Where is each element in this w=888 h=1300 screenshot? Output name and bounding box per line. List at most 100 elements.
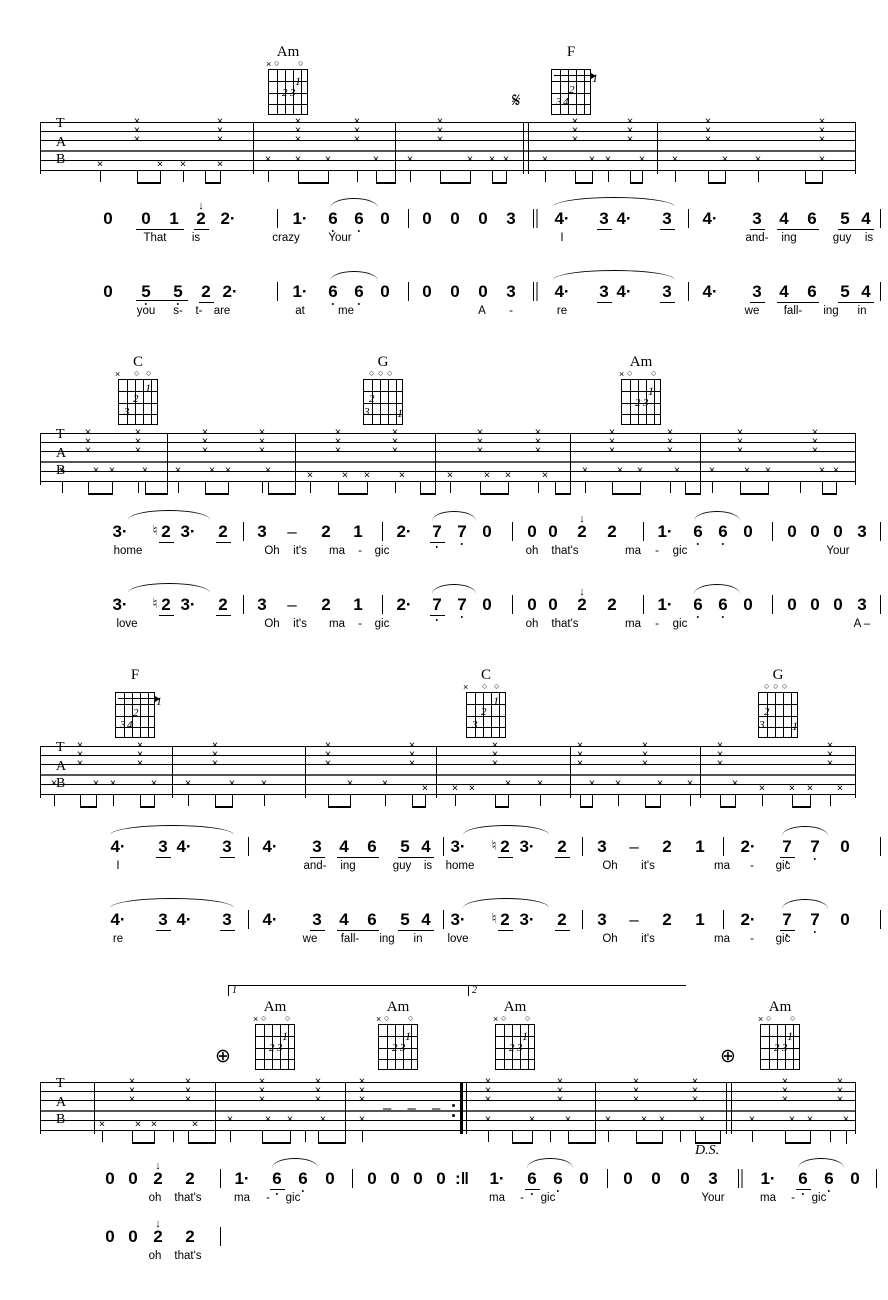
segno-icon: 𝄋 bbox=[512, 88, 521, 112]
rest-dashes: – – – bbox=[383, 1100, 447, 1117]
note: 3· bbox=[112, 595, 128, 614]
notation-voice-b: 4· 3 4· 3 4· 3 4 6 5 4 3· ♮ 2 3· 2 3 – 2… bbox=[0, 898, 888, 955]
lyric: at bbox=[295, 305, 305, 317]
lyric: - bbox=[520, 1192, 524, 1204]
note: 0 bbox=[680, 1169, 690, 1188]
chord-fretboard: 23 1 bbox=[378, 1024, 418, 1070]
lyric: me bbox=[338, 305, 354, 317]
lyric: in bbox=[857, 305, 867, 317]
note: 3· bbox=[450, 837, 466, 856]
tab-staff: T A B × × × × × × × × × × × × × × × × × × × × × … bbox=[40, 427, 857, 496]
chord-diagram-am: Am × ○ ○ 23 1 bbox=[375, 1000, 421, 1070]
note: 0 bbox=[850, 1169, 860, 1188]
notation-voice-a: 0 0 1 ↓ 2 2· 1· 6 6 0 0 0 0 3 4· 3 4· 3 … bbox=[0, 197, 888, 254]
note: 4· bbox=[616, 282, 632, 301]
note: 6 bbox=[354, 209, 364, 228]
note: 1 bbox=[169, 209, 179, 228]
lyric: ma bbox=[714, 933, 730, 945]
note: 3 bbox=[222, 837, 232, 856]
note: 4· bbox=[616, 209, 632, 228]
lyric: t- bbox=[195, 305, 203, 317]
note: 6 bbox=[807, 282, 817, 301]
note: 6 bbox=[807, 209, 817, 228]
note: 3 bbox=[708, 1169, 718, 1188]
note: 2 bbox=[607, 595, 617, 614]
natural-accidental-icon: ♮ bbox=[491, 839, 497, 854]
lyric: re bbox=[556, 305, 568, 317]
chord-fretboard: 23 1 bbox=[118, 379, 158, 425]
lyric: ma bbox=[714, 860, 730, 872]
note: 3 bbox=[599, 282, 609, 301]
staff-label-t: T bbox=[56, 116, 65, 131]
note: 1 bbox=[353, 595, 363, 614]
note: 3· bbox=[112, 522, 128, 541]
note: 0 bbox=[325, 1169, 335, 1188]
chord-name: F bbox=[130, 667, 140, 683]
lyric: that's bbox=[174, 1250, 202, 1262]
note: 3· bbox=[450, 910, 466, 929]
note: 3 bbox=[222, 910, 232, 929]
chord-diagram-am: Am × ○ ○ 23 1 bbox=[265, 45, 311, 115]
note: 4· bbox=[554, 282, 570, 301]
lyric: home bbox=[113, 545, 143, 557]
lyric: - bbox=[655, 618, 659, 630]
lyric: gic bbox=[540, 1192, 556, 1204]
note: 2 bbox=[662, 837, 672, 856]
note: 3· bbox=[180, 595, 196, 614]
staff-label-t: T bbox=[56, 740, 65, 755]
note: 6 bbox=[798, 1169, 808, 1188]
note: 0 bbox=[579, 1169, 589, 1188]
note: 0 bbox=[128, 1169, 138, 1188]
note: 3 bbox=[857, 595, 867, 614]
note: 0 bbox=[548, 522, 558, 541]
chord-open-markers: × ○ ○ bbox=[253, 1013, 291, 1024]
note: 0 bbox=[810, 522, 820, 541]
repeat-dot bbox=[452, 1104, 456, 1108]
note: 3 bbox=[257, 522, 267, 541]
lyric: it's bbox=[293, 618, 307, 630]
note: 2 bbox=[161, 522, 171, 541]
note: 0 bbox=[103, 282, 113, 301]
coda-icon: ⊕ bbox=[720, 1045, 736, 1067]
note: 0 bbox=[367, 1169, 377, 1188]
lyric: is bbox=[191, 232, 201, 244]
note: 0 bbox=[380, 209, 390, 228]
note: 4 bbox=[421, 837, 431, 856]
chord-open-markers bbox=[112, 683, 158, 692]
lyric: is bbox=[423, 860, 433, 872]
chord-diagram-am: Am × ○ ○ 23 1 bbox=[492, 1000, 538, 1070]
staff-label-b: B bbox=[56, 152, 66, 167]
note: 0 bbox=[623, 1169, 633, 1188]
chord-open-markers: × ○ ○ bbox=[463, 681, 500, 692]
note: 6 bbox=[718, 522, 728, 541]
note: 0 bbox=[128, 1227, 138, 1246]
note: 2 bbox=[557, 910, 567, 929]
note: 0 bbox=[141, 209, 151, 228]
lyric: gic bbox=[811, 1192, 827, 1204]
note: 0 bbox=[787, 522, 797, 541]
note: 6 bbox=[693, 595, 703, 614]
note: 1· bbox=[234, 1169, 250, 1188]
note: 2· bbox=[220, 209, 236, 228]
note: 5 bbox=[400, 910, 410, 929]
barre-indicator bbox=[554, 73, 596, 79]
lyric: we bbox=[744, 305, 760, 317]
note: 3 bbox=[312, 910, 322, 929]
note: 6 bbox=[298, 1169, 308, 1188]
note: 4 bbox=[339, 837, 349, 856]
note: 0 bbox=[833, 595, 843, 614]
note: 4· bbox=[702, 209, 718, 228]
note: 2 bbox=[218, 522, 228, 541]
note: 6 bbox=[553, 1169, 563, 1188]
note: 5 bbox=[141, 282, 151, 301]
lyric: oh bbox=[525, 618, 539, 630]
notation-voice-b: 0 5 5 2 2· 1· 6 6 0 0 0 0 3 4· 3 4· 3 4·… bbox=[0, 270, 888, 327]
note: 0 bbox=[527, 522, 537, 541]
chord-fretboard: 2 34 1 bbox=[115, 692, 162, 738]
note: 1· bbox=[489, 1169, 505, 1188]
note: 0 bbox=[787, 595, 797, 614]
note: 4 bbox=[779, 282, 789, 301]
lyric: re bbox=[112, 933, 124, 945]
lyric: love bbox=[447, 933, 469, 945]
note: 7 bbox=[432, 595, 442, 614]
